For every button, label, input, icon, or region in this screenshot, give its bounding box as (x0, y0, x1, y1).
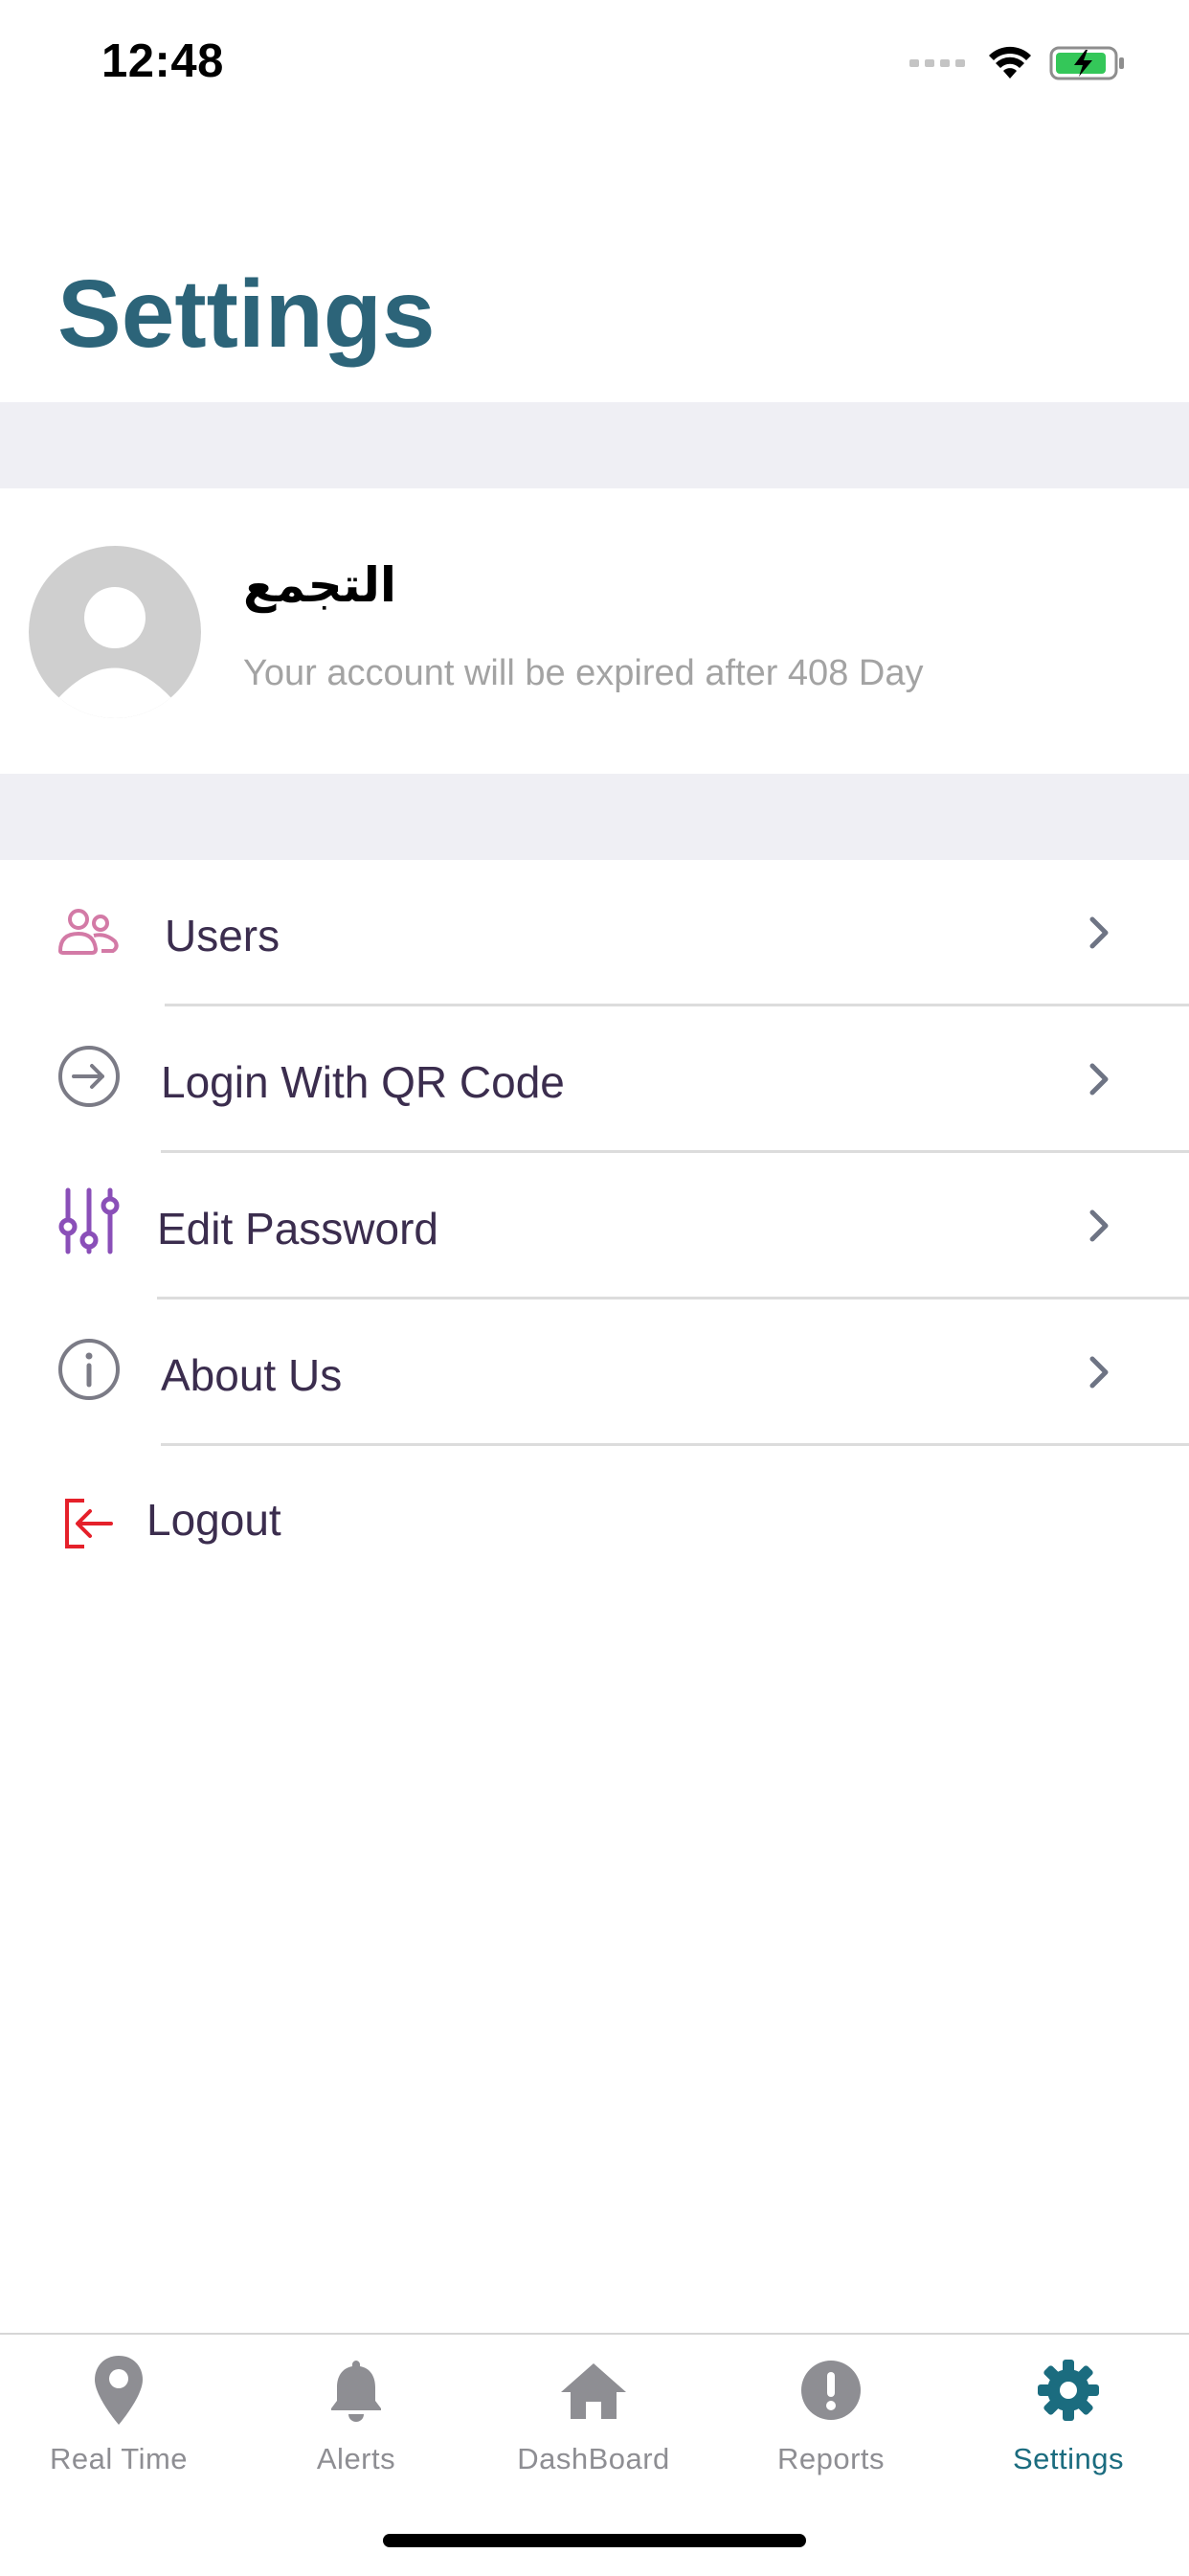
home-indicator[interactable] (383, 2534, 806, 2547)
menu-item-login-qr[interactable]: Login With QR Code (0, 1006, 1189, 1153)
tab-label: Alerts (316, 2442, 396, 2475)
wifi-icon (989, 46, 1031, 79)
users-icon (56, 898, 123, 965)
tab-settings[interactable]: Settings (950, 2352, 1187, 2496)
menu-item-label: Login With QR Code (161, 1057, 565, 1107)
tab-label: Real Time (49, 2442, 189, 2475)
chevron-right-icon (1089, 916, 1109, 949)
status-time: 12:48 (101, 35, 224, 87)
status-bar: 12:48 (0, 0, 1189, 126)
battery-charging-icon (1049, 46, 1124, 80)
status-icons (909, 44, 1126, 82)
exclamation-circle-icon (793, 2352, 869, 2429)
arrow-circle-right-icon (56, 1043, 123, 1110)
tab-real-time[interactable]: Real Time (0, 2352, 237, 2496)
tab-alerts[interactable]: Alerts (237, 2352, 475, 2496)
tab-label: Reports (776, 2442, 886, 2475)
home-icon (555, 2352, 632, 2429)
tab-reports[interactable]: Reports (712, 2352, 950, 2496)
sliders-icon (56, 1187, 123, 1254)
chevron-right-icon (1089, 1356, 1109, 1389)
chevron-right-icon (1089, 1063, 1109, 1096)
bell-icon (318, 2352, 394, 2429)
page-title: Settings (57, 260, 436, 368)
menu-item-label: Users (165, 911, 280, 960)
account-expiry-text: Your account will be expired after 408 D… (243, 653, 924, 693)
menu-item-users[interactable]: Users (0, 860, 1189, 1006)
cellular-signal-icon (909, 59, 965, 67)
section-separator (0, 402, 1189, 488)
menu-item-label: Logout (146, 1495, 281, 1545)
info-icon (56, 1336, 123, 1403)
menu-item-logout[interactable]: Logout (0, 1446, 1189, 1593)
map-pin-icon (80, 2352, 157, 2429)
avatar (29, 546, 201, 718)
gear-icon (1030, 2352, 1107, 2429)
profile-name: التجمع (243, 557, 397, 613)
menu-item-label: About Us (161, 1350, 343, 1400)
menu-item-about-us[interactable]: About Us (0, 1299, 1189, 1446)
user-silhouette-icon (57, 587, 172, 718)
menu-item-label: Edit Password (157, 1204, 439, 1254)
tab-label: Settings (1012, 2442, 1124, 2475)
chevron-right-icon (1089, 1209, 1109, 1242)
tab-label: DashBoard (517, 2442, 670, 2475)
profile-card: التجمع Your account will be expired afte… (0, 488, 1189, 774)
tab-dashboard[interactable]: DashBoard (475, 2352, 712, 2496)
menu-item-edit-password[interactable]: Edit Password (0, 1153, 1189, 1299)
logout-icon (56, 1490, 123, 1557)
section-separator (0, 774, 1189, 860)
